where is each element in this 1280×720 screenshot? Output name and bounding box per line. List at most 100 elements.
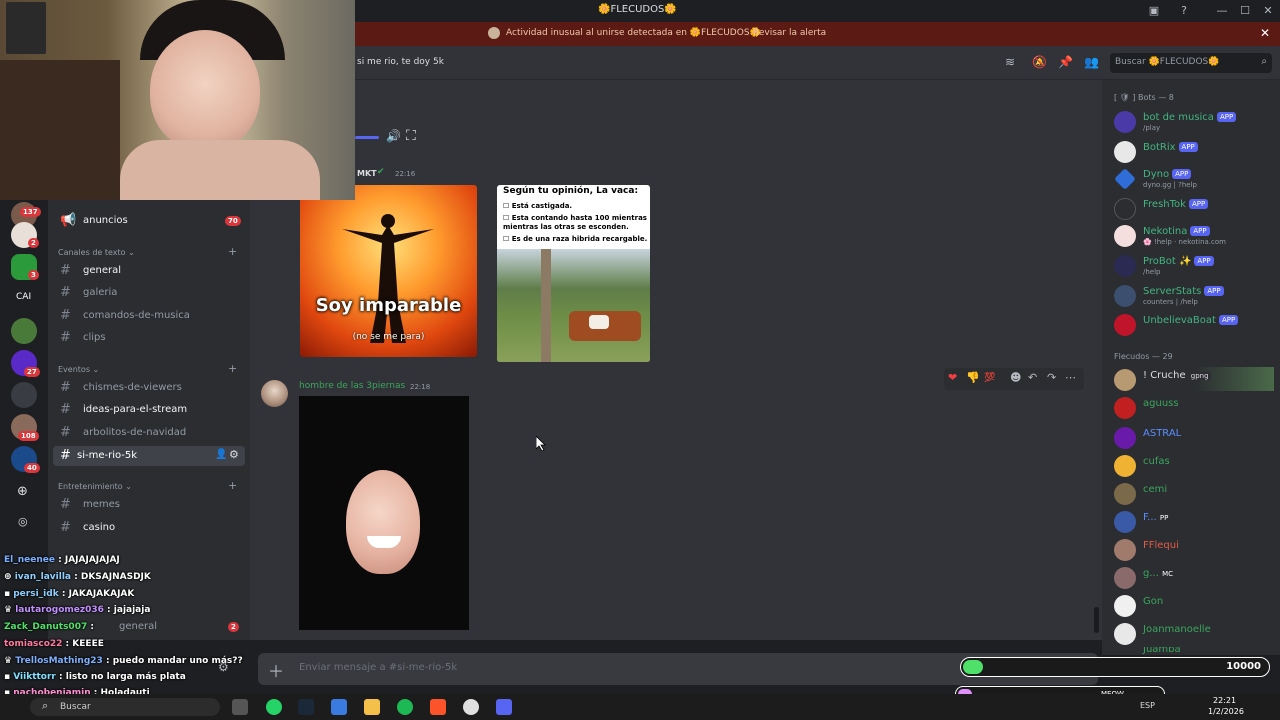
member-name: ProBot ✨ [1143, 256, 1192, 267]
member-serverstats[interactable]: ServerStats APP counters | /help [1114, 283, 1274, 307]
member-probot[interactable]: ProBot ✨ APP /help [1114, 253, 1274, 277]
member-cemi[interactable]: cemi [1114, 481, 1274, 505]
member-list-icon[interactable]: 👥 [1084, 55, 1099, 69]
video-attachment[interactable] [299, 396, 469, 630]
thumbs-down-icon[interactable]: 👎 [966, 371, 980, 384]
settings-gear-icon[interactable]: ⚙ [229, 448, 239, 461]
channel-memes[interactable]: # memes [53, 495, 245, 515]
add-channel-icon[interactable]: + [228, 479, 237, 492]
volume-icon[interactable]: 🔊 [386, 129, 401, 143]
channel-ideas-para-el-stream[interactable]: # ideas-para-el-stream [53, 400, 245, 420]
server-icon[interactable] [11, 382, 37, 408]
category-eventos[interactable]: Eventos ⌄ [58, 365, 99, 374]
clock-time[interactable]: 22:21 [1213, 696, 1236, 705]
member-nekotina[interactable]: Nekotina APP 🌸 !help · nekotina.com [1114, 223, 1274, 247]
member-unbelievaboat[interactable]: UnbelievaBoat APP [1114, 312, 1274, 336]
member-botrix[interactable]: BotRix APP [1114, 139, 1274, 163]
help-icon[interactable]: ? [1176, 3, 1192, 19]
member-gon[interactable]: Gon [1114, 593, 1274, 617]
discord-taskbar-icon[interactable] [496, 699, 512, 715]
attach-plus-icon[interactable]: ＋ [268, 658, 284, 682]
member-juamba[interactable]: Juamba [1114, 647, 1274, 655]
inbox-icon[interactable]: ▣ [1146, 3, 1162, 19]
more-options-icon[interactable]: ⋯ [1065, 371, 1076, 384]
brave-browser-icon[interactable] [430, 699, 446, 715]
discover-icon[interactable]: ◎ [18, 515, 28, 528]
invite-icon[interactable]: 👤 [215, 449, 227, 460]
member-g[interactable]: g... MC [1114, 565, 1274, 589]
threads-icon[interactable]: ≋ [1005, 55, 1015, 69]
whatsapp-icon[interactable] [266, 699, 282, 715]
member-name: cemi [1143, 484, 1168, 495]
minimize-button[interactable]: — [1214, 3, 1230, 19]
member-cufas[interactable]: cufas [1114, 453, 1274, 477]
channel-casino[interactable]: # casino [53, 518, 245, 538]
forward-icon[interactable]: ↷ [1047, 371, 1056, 384]
app-badge: APP [1194, 256, 1214, 266]
add-channel-icon[interactable]: + [228, 245, 237, 258]
user-avatar[interactable] [261, 380, 288, 407]
add-reaction-icon[interactable]: ☻ [1010, 371, 1021, 384]
pin-icon[interactable]: 📌 [1058, 55, 1073, 69]
avatar [1114, 511, 1136, 533]
member-astral[interactable]: ASTRAL [1114, 425, 1274, 449]
add-channel-icon[interactable]: + [228, 362, 237, 375]
category-entretenimiento[interactable]: Entretenimiento ⌄ [58, 482, 132, 491]
close-alert-icon[interactable]: ✕ [1260, 26, 1270, 40]
channel-arbolitos-de-navidad[interactable]: # arbolitos-de-navidad [53, 423, 245, 443]
channel-clips[interactable]: # clips [53, 328, 245, 348]
message-author[interactable]: hombre de las 3piernas [299, 381, 405, 391]
goal-value: 10000 [1226, 661, 1261, 672]
reply-icon[interactable]: ↶ [1028, 371, 1037, 384]
100-emoji-icon[interactable]: 💯 [984, 373, 995, 383]
member-joanmanoelle[interactable]: Joanmanoelle [1114, 621, 1274, 645]
member-name: ! Cruche [1143, 370, 1186, 381]
app-badge: APP [1172, 169, 1192, 179]
copilot-icon[interactable] [331, 699, 347, 715]
maximize-button[interactable]: ☐ [1237, 3, 1253, 19]
spotify-icon[interactable] [397, 699, 413, 715]
member-freshtok[interactable]: FreshTok APP [1114, 196, 1274, 220]
member-tag: PP [1159, 514, 1169, 522]
channel-anuncios[interactable]: 📢 anuncios 70 [53, 211, 245, 231]
member-bot-de-musica[interactable]: bot de musica APP /play [1114, 109, 1274, 133]
meme-image-soy-imparable[interactable]: Soy imparable (no se me para) [300, 185, 477, 357]
close-button[interactable]: ✕ [1260, 3, 1276, 19]
language-indicator[interactable]: ESP [1140, 701, 1155, 710]
steam-icon[interactable] [298, 699, 314, 715]
review-alert-link[interactable]: Revisar la alerta [753, 28, 826, 38]
search-input[interactable]: Buscar 🌼FLECUDOS🌼 ⌕ [1110, 53, 1272, 73]
chat-scrollbar[interactable] [1094, 607, 1099, 633]
member-name: FreshTok [1143, 199, 1186, 210]
file-explorer-icon[interactable] [364, 699, 380, 715]
channel-general[interactable]: # general [53, 261, 245, 281]
channel-galeria[interactable]: # galeria [53, 283, 245, 303]
server-icon [488, 27, 500, 39]
server-icon[interactable] [11, 318, 37, 344]
member-cruche[interactable]: ! Cruche gpng [1114, 367, 1274, 391]
category-canales-de-texto[interactable]: Canales de texto ⌄ [58, 248, 135, 257]
member-fflequi[interactable]: FFlequi [1114, 537, 1274, 561]
volume-slider[interactable] [355, 136, 379, 139]
member-dyno[interactable]: Dyno APP dyno.gg | ?help [1114, 166, 1274, 190]
heart-reaction-icon[interactable]: ❤ [948, 371, 957, 384]
add-server-icon[interactable]: ⊕ [17, 484, 28, 499]
notification-bell-icon[interactable]: 🔕 [1032, 55, 1047, 69]
clock-date[interactable]: 1/2/2026 [1208, 707, 1244, 716]
message-author[interactable]: MKT [357, 169, 377, 178]
hash-icon: # [60, 380, 71, 395]
fullscreen-icon[interactable]: ⛶ [406, 128, 416, 144]
chat-user: tomiasco22 [4, 639, 63, 649]
channel-si-me-rio-5k[interactable]: # si-me-rio-5k 👤 ⚙ [53, 446, 245, 466]
task-view-icon[interactable] [232, 699, 248, 715]
member-aguuss[interactable]: aguuss [1114, 395, 1274, 419]
webcam-shelf [0, 60, 120, 200]
obs-icon[interactable] [463, 699, 479, 715]
channel-comandos-de-musica[interactable]: # comandos-de-musica [53, 306, 245, 326]
avatar [1114, 427, 1136, 449]
member-f[interactable]: F... PP [1114, 509, 1274, 533]
meme-image-vaca[interactable]: Según tu opinión, La vaca: ☐ Está castig… [497, 185, 650, 362]
taskbar-search[interactable]: ⌕ Buscar [30, 698, 220, 716]
channel-chismes-de-viewers[interactable]: # chismes-de-viewers [53, 378, 245, 398]
server-label-cai[interactable]: CAI [16, 292, 31, 302]
